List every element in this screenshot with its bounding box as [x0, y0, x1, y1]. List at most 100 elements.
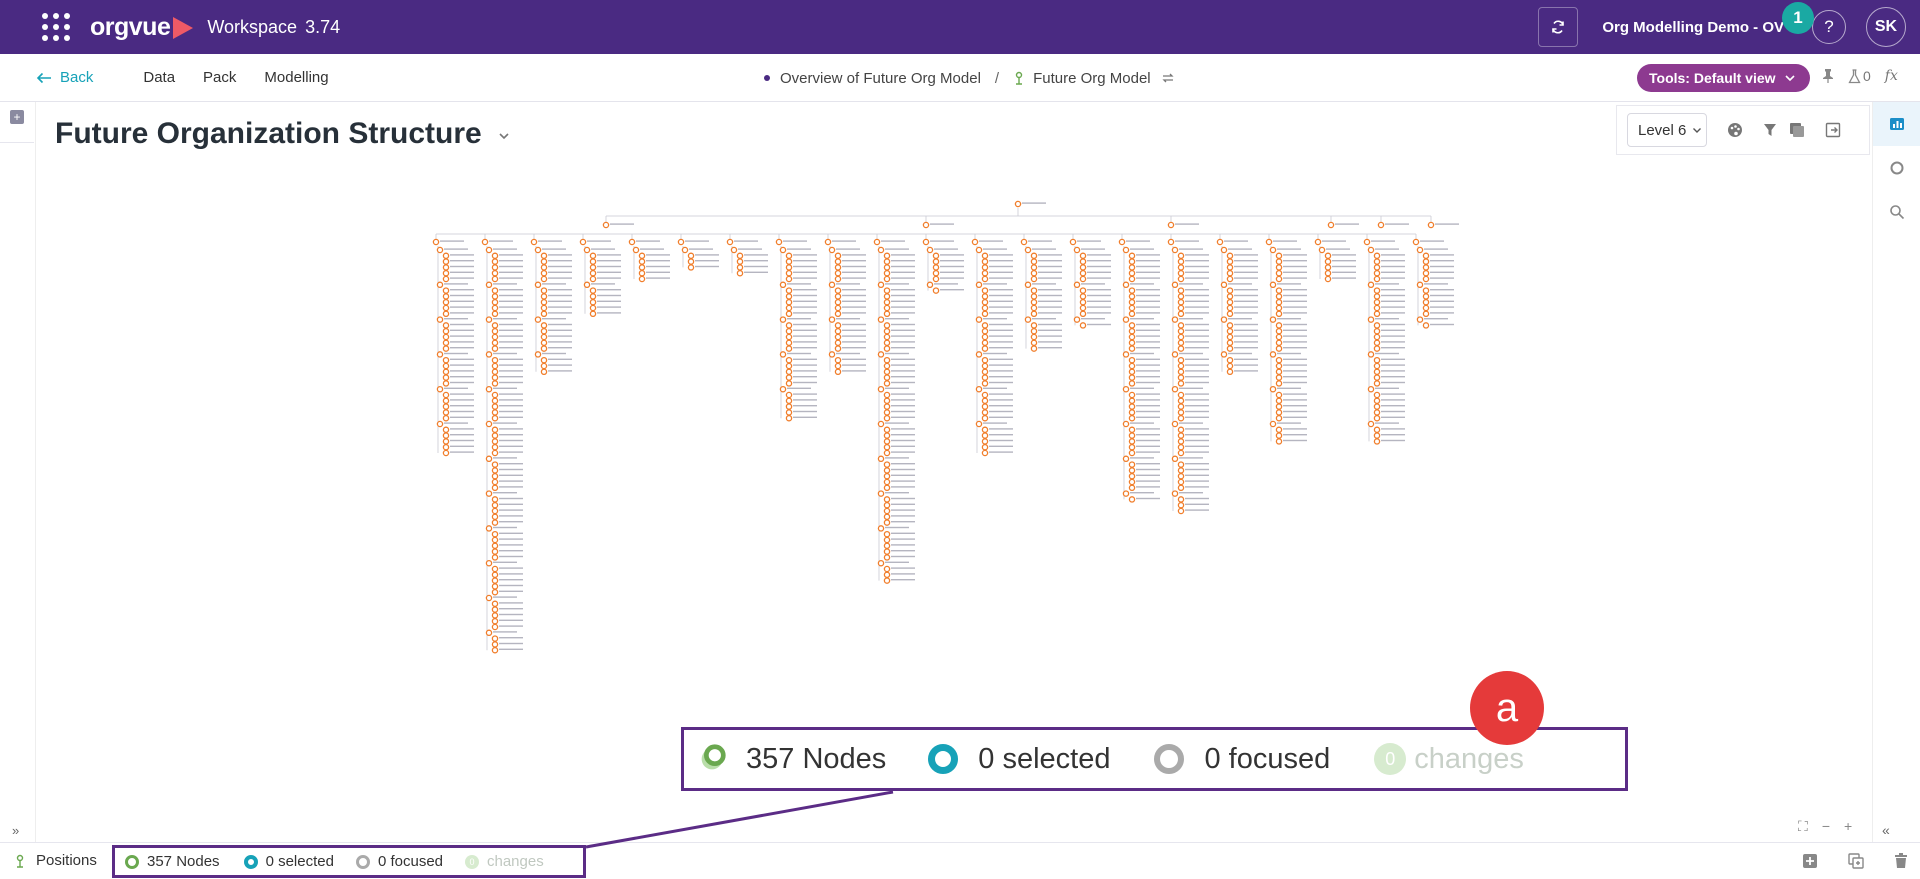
level-select[interactable]: Level 6 — [1627, 113, 1707, 147]
properties-button[interactable] — [1873, 146, 1920, 190]
org-node — [1226, 287, 1234, 294]
org-node-label — [499, 260, 523, 262]
org-node-label — [1185, 329, 1209, 331]
org-node-label — [1430, 312, 1454, 314]
org-node-label — [1381, 347, 1405, 349]
breadcrumb-model[interactable]: Future Org Model — [1033, 70, 1151, 87]
org-node — [1269, 316, 1277, 323]
zoom-in-icon[interactable]: + — [1844, 818, 1852, 835]
org-node-column-head — [1167, 238, 1175, 246]
breadcrumb-page[interactable]: Overview of Future Org Model — [780, 70, 981, 87]
app-launcher-icon[interactable] — [40, 11, 72, 43]
org-node — [785, 298, 793, 306]
org-node — [485, 455, 493, 463]
org-node — [1177, 414, 1185, 422]
switch-icon[interactable] — [1161, 71, 1175, 85]
org-node — [491, 467, 499, 474]
positions-selector[interactable]: Positions — [14, 852, 97, 869]
org-node — [1177, 507, 1185, 515]
palette-icon[interactable] — [1727, 122, 1743, 138]
orgvue-logo[interactable]: orgvue — [90, 13, 194, 42]
org-node-label — [1283, 358, 1307, 360]
org-chart-canvas[interactable] — [36, 190, 1872, 750]
dataset-name[interactable]: Org Modelling Demo - OV — [1602, 19, 1784, 36]
org-node-label — [738, 248, 762, 250]
org-node — [785, 414, 793, 422]
org-node-column-head-label — [440, 240, 464, 242]
expand-left-panel-icon[interactable]: » — [12, 823, 19, 838]
help-button[interactable]: ? — [1812, 10, 1846, 44]
org-node-column-head — [432, 238, 440, 246]
nav-link-modelling[interactable]: Modelling — [264, 69, 328, 86]
org-node — [638, 264, 646, 271]
collapse-right-panel-icon[interactable]: « — [1882, 822, 1890, 838]
org-node-label — [842, 289, 866, 291]
org-node-label — [1185, 294, 1209, 297]
user-avatar[interactable]: SK — [1866, 7, 1906, 47]
org-node-column-head-label — [1420, 240, 1444, 242]
org-node-label — [1185, 451, 1209, 453]
org-node — [1128, 339, 1136, 347]
org-node-label — [542, 248, 566, 250]
duplicate-icon[interactable] — [1848, 853, 1864, 869]
flask-counter[interactable]: 0 — [1848, 68, 1871, 84]
focused-count[interactable]: 0 focused — [355, 853, 443, 870]
org-node-label — [940, 265, 964, 268]
filter-icon[interactable] — [1763, 123, 1777, 137]
org-node-label — [548, 347, 572, 349]
org-node-label — [891, 550, 915, 552]
org-node-label — [1136, 358, 1160, 360]
tools-dropdown[interactable]: Tools: Default view — [1637, 64, 1810, 92]
org-node — [1177, 501, 1185, 509]
org-node — [1373, 258, 1381, 265]
org-node — [491, 432, 499, 439]
nav-link-data[interactable]: Data — [143, 69, 175, 86]
org-node-label — [1283, 329, 1307, 331]
org-node-label — [695, 254, 719, 256]
view-title[interactable]: Future Organization Structure — [55, 117, 510, 151]
org-node-label — [499, 619, 523, 621]
nodes-count[interactable]: 357 Nodes — [125, 853, 220, 870]
org-node-label — [989, 410, 1013, 413]
org-node — [883, 397, 891, 405]
back-button[interactable]: Back — [36, 69, 93, 86]
add-panel-button[interactable]: + — [10, 110, 24, 124]
org-node — [883, 362, 891, 370]
org-node — [1220, 281, 1228, 289]
export-icon[interactable] — [1825, 122, 1841, 138]
org-node-label — [1283, 381, 1307, 384]
org-node-column-head-label — [538, 240, 562, 242]
org-node-label — [989, 254, 1013, 256]
add-node-icon[interactable] — [1802, 853, 1818, 869]
nav-link-pack[interactable]: Pack — [203, 69, 236, 86]
search-button[interactable] — [1873, 190, 1920, 234]
selected-count[interactable]: 0 selected — [243, 853, 334, 870]
org-node — [1177, 380, 1185, 387]
layers-icon[interactable] — [1789, 122, 1805, 138]
org-node-level1-2-label — [1175, 223, 1199, 225]
zoom-out-icon[interactable]: − — [1822, 818, 1830, 835]
org-node — [883, 345, 891, 352]
sync-button[interactable] — [1538, 7, 1579, 47]
org-node — [638, 252, 646, 260]
org-node — [638, 269, 646, 277]
org-node — [1422, 298, 1430, 306]
formula-button[interactable]: fx — [1885, 68, 1898, 84]
org-node — [1171, 316, 1179, 323]
changes-count[interactable]: 0 changes — [465, 853, 544, 870]
org-node — [877, 525, 885, 532]
chart-view-button[interactable] — [1873, 102, 1920, 146]
right-rail — [1872, 102, 1920, 842]
org-node — [1269, 351, 1277, 358]
org-node-label — [983, 248, 1007, 250]
org-node-label — [891, 434, 915, 436]
org-node-label — [450, 370, 474, 372]
org-node-label — [842, 294, 866, 297]
delete-icon[interactable] — [1894, 853, 1908, 869]
org-node-label — [1087, 323, 1111, 326]
pin-icon[interactable] — [1822, 68, 1834, 84]
fit-screen-icon[interactable]: ⛶ — [1798, 818, 1808, 835]
org-node — [540, 287, 548, 294]
org-node-column-head-label — [979, 240, 1003, 242]
notification-badge[interactable]: 1 — [1782, 2, 1814, 34]
